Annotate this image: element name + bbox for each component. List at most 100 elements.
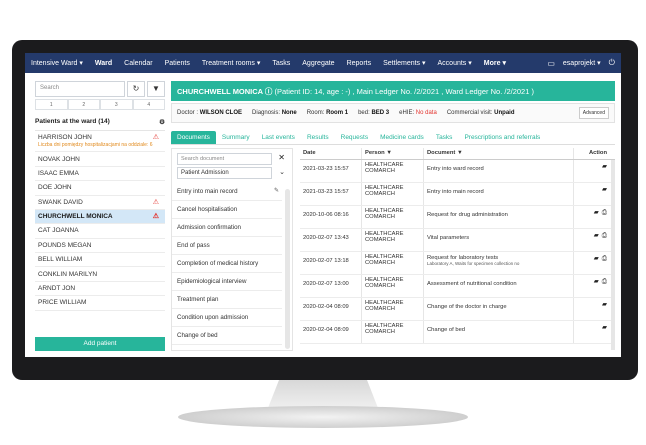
print-icon[interactable]: ⎙ [602, 209, 607, 216]
filter-icon[interactable]: ▼ [457, 150, 463, 156]
nav-ward[interactable]: Ward [89, 60, 118, 67]
folder-icon[interactable]: ▰ [602, 186, 607, 193]
tab-prescriptions[interactable]: Prescriptions and referrals [458, 131, 546, 144]
list-item[interactable]: ISAAC EMMA [35, 167, 165, 182]
page-3[interactable]: 3 [100, 99, 133, 110]
tab-tasks[interactable]: Tasks [430, 131, 459, 144]
col-date[interactable]: Date [300, 148, 362, 159]
list-item[interactable]: SWANK DAVID ⚠ [35, 196, 165, 210]
patient-search-input[interactable]: Search [35, 81, 125, 97]
list-item[interactable]: NOVAK JOHN [35, 152, 165, 167]
pin-icon[interactable]: ✎ [274, 187, 279, 194]
list-item[interactable]: POUNDS MEGAN [35, 239, 165, 253]
table-row[interactable]: 2021-03-23 15:57 HEALTHCARE COMARCH Entr… [300, 160, 615, 183]
list-item[interactable]: Change of bed [172, 327, 282, 345]
nav-accounts[interactable]: Accounts ▾ [432, 59, 478, 67]
folder-icon[interactable]: ▰ [594, 209, 599, 216]
cell-person: HEALTHCARE COMARCH [362, 252, 424, 274]
nav-calendar[interactable]: Calendar [118, 60, 158, 67]
list-item[interactable]: Completion of medical history [172, 255, 282, 273]
nav-intensive-ward[interactable]: Intensive Ward ▾ [25, 59, 89, 67]
cell-person: HEALTHCARE COMARCH [362, 206, 424, 228]
document-category-select[interactable]: Patient Admission ⌄ [177, 167, 285, 179]
folder-icon[interactable]: ▰ [602, 301, 607, 308]
list-item[interactable]: Entry into main record ✎ [172, 183, 282, 201]
document-search-input[interactable]: Search document ✕ [177, 153, 285, 165]
gear-icon[interactable]: ⚙ [159, 118, 165, 126]
col-document[interactable]: Document ▼ [424, 148, 574, 159]
nav-tasks[interactable]: Tasks [266, 60, 296, 67]
nav-treatment-rooms[interactable]: Treatment rooms ▾ [196, 59, 267, 67]
table-row[interactable]: 2020-02-07 13:00 HEALTHCARE COMARCH Asse… [300, 275, 615, 298]
list-item[interactable]: Condition upon admission [172, 309, 282, 327]
nav-settlements[interactable]: Settlements ▾ [377, 59, 431, 67]
table-row[interactable]: 2020-02-07 13:18 HEALTHCARE COMARCH Requ… [300, 252, 615, 275]
print-icon[interactable]: ⎙ [602, 232, 607, 239]
list-item-selected[interactable]: CHURCHWELL MONICA ⚠ [35, 209, 165, 225]
nav-reports[interactable]: Reports [341, 60, 378, 67]
cell-document-sub: Laboratory A, Waits for specimen collect… [427, 261, 520, 266]
warning-icon: ⚠ [152, 212, 159, 220]
print-icon[interactable]: ⎙ [602, 255, 607, 262]
col-person[interactable]: Person ▼ [362, 148, 424, 159]
doc-type-label: Admission confirmation [177, 224, 241, 231]
cell-document: Request for drug administration [424, 206, 574, 228]
print-icon[interactable]: ⎙ [602, 278, 607, 285]
list-item[interactable]: ARNDT JON [35, 282, 165, 297]
user-menu[interactable]: esaprojekt ▾ [563, 59, 601, 67]
cell-person: HEALTHCARE COMARCH [362, 298, 424, 320]
advanced-button[interactable]: Advanced [578, 107, 609, 119]
screen: Intensive Ward ▾ Ward Calendar Patients … [25, 53, 621, 357]
tab-bar: Documents Summary Last events Results Re… [171, 131, 615, 145]
page-1[interactable]: 1 [35, 99, 68, 110]
add-patient-button[interactable]: Add patient [35, 337, 165, 351]
list-item[interactable]: Epidemiological interview [172, 273, 282, 291]
table-row[interactable]: 2020-10-06 08:16 HEALTHCARE COMARCH Requ… [300, 206, 615, 229]
filter-icon[interactable]: ▼ [386, 150, 392, 156]
tab-results[interactable]: Results [301, 131, 335, 144]
patient-name: ISAAC EMMA [38, 169, 79, 177]
list-item[interactable]: End of pass [172, 237, 282, 255]
cell-document: Change of bed [424, 321, 574, 343]
cell-person: HEALTHCARE COMARCH [362, 229, 424, 251]
nav-aggregate[interactable]: Aggregate [296, 60, 340, 67]
close-icon[interactable]: ✕ [278, 153, 285, 162]
scrollbar[interactable] [285, 189, 290, 349]
filter-icon[interactable]: ▼ [147, 81, 165, 97]
folder-icon[interactable]: ▰ [602, 324, 607, 331]
table-row[interactable]: 2021-03-23 15:57 HEALTHCARE COMARCH Entr… [300, 183, 615, 206]
power-icon[interactable]: ⏻ [609, 58, 615, 68]
cell-person: HEALTHCARE COMARCH [362, 160, 424, 182]
list-item[interactable]: PRICE WILLIAM [35, 296, 165, 311]
list-item[interactable]: DOE JOHN [35, 181, 165, 196]
table-row[interactable]: 2020-02-04 08:09 HEALTHCARE COMARCH Chan… [300, 298, 615, 321]
list-item[interactable]: Treatment plan [172, 291, 282, 309]
folder-icon[interactable]: ▰ [594, 255, 599, 262]
tab-requests[interactable]: Requests [335, 131, 374, 144]
list-item[interactable]: CAT JOANNA [35, 224, 165, 239]
page-4[interactable]: 4 [132, 99, 165, 110]
page-2[interactable]: 2 [67, 99, 100, 110]
tab-summary[interactable]: Summary [216, 131, 256, 144]
tab-documents[interactable]: Documents [171, 131, 216, 144]
list-item[interactable]: Cancel hospitalisation [172, 201, 282, 219]
scrollbar[interactable] [611, 160, 615, 350]
tab-medicine-cards[interactable]: Medicine cards [374, 131, 430, 144]
folder-icon[interactable]: ▰ [594, 278, 599, 285]
folder-icon[interactable]: ▰ [594, 232, 599, 239]
patient-note: Liczba dni pomiędzy hospitalizacjami na … [38, 142, 153, 149]
list-item[interactable]: Admission confirmation [172, 219, 282, 237]
table-row[interactable]: 2020-02-07 13:43 HEALTHCARE COMARCH Vita… [300, 229, 615, 252]
nav-more[interactable]: More ▾ [478, 59, 512, 67]
table-row[interactable]: 2020-02-04 08:09 HEALTHCARE COMARCH Chan… [300, 321, 615, 344]
list-item[interactable]: CONKLIN MARILYN [35, 267, 165, 282]
info-icon[interactable]: ⓘ [265, 87, 273, 96]
nav-patients[interactable]: Patients [159, 60, 196, 67]
refresh-icon[interactable]: ↻ [127, 81, 145, 97]
folder-icon[interactable]: ▰ [602, 163, 607, 170]
cell-document: Vital parameters [424, 229, 574, 251]
tab-last-events[interactable]: Last events [256, 131, 301, 144]
list-item[interactable]: BELL WILLIAM [35, 253, 165, 268]
list-item[interactable]: HARRISON JOHN ⚠ Liczba dni pomiędzy hosp… [35, 131, 165, 153]
chat-icon[interactable]: ▭ [547, 59, 555, 68]
